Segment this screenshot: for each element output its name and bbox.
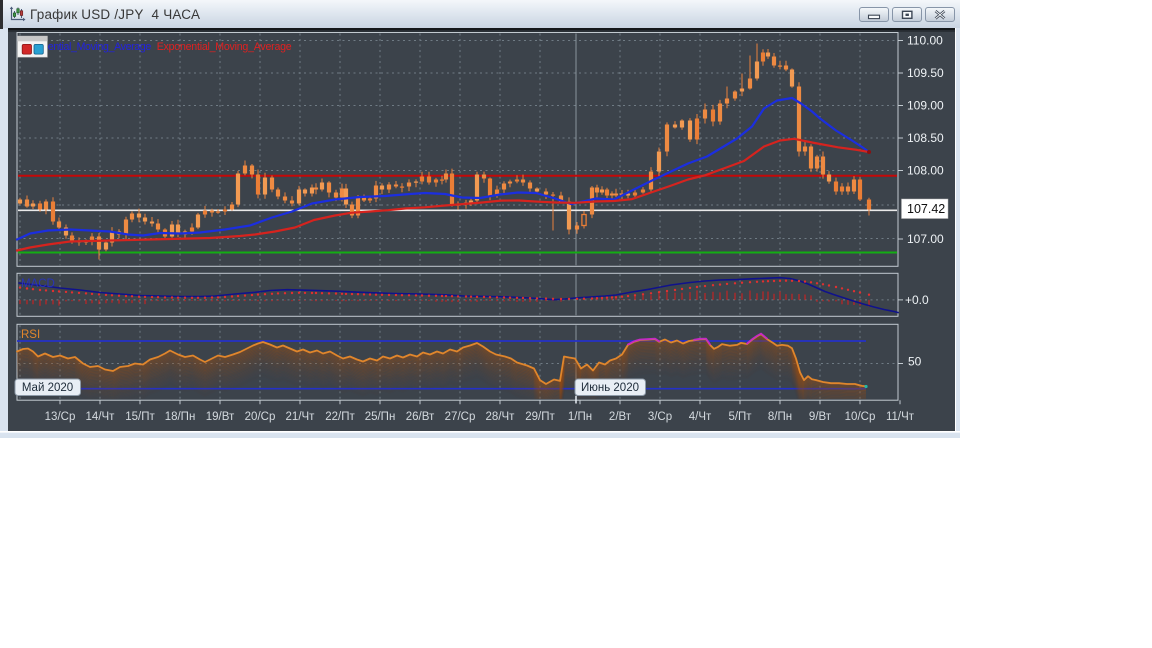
svg-text:22/Пт: 22/Пт [325,411,355,423]
svg-text:109.50: 109.50 [907,66,944,80]
svg-text:4/Чт: 4/Чт [689,411,712,423]
svg-text:50: 50 [908,355,922,369]
svg-text:Exponential_Moving_Average: Exponential_Moving_Average [157,41,292,53]
svg-text:108.50: 108.50 [907,131,944,145]
svg-text:108.00: 108.00 [907,164,944,178]
svg-text:1/Пн: 1/Пн [568,411,592,423]
svg-text:Июнь 2020: Июнь 2020 [581,382,639,394]
svg-text:5/Пт: 5/Пт [728,411,752,423]
svg-text:Май 2020: Май 2020 [22,382,73,394]
svg-text:107.00: 107.00 [907,232,944,246]
svg-text:9/Вт: 9/Вт [809,411,832,423]
svg-text:18/Пн: 18/Пн [165,411,196,423]
svg-text:ential_Moving_Average: ential_Moving_Average [48,41,152,53]
svg-text:RSI: RSI [21,329,40,341]
svg-text:3/Ср: 3/Ср [648,411,672,423]
svg-text:15/Пт: 15/Пт [125,411,155,423]
svg-text:109.00: 109.00 [907,99,944,113]
svg-text:MACD: MACD [21,278,55,290]
svg-text:2/Вт: 2/Вт [609,411,632,423]
svg-text:13/Ср: 13/Ср [45,411,76,423]
svg-text:10/Ср: 10/Ср [845,411,876,423]
svg-text:28/Чт: 28/Чт [486,411,516,423]
svg-text:11/Чт: 11/Чт [886,411,915,423]
svg-text:+0.0: +0.0 [905,293,929,307]
svg-text:29/Пт: 29/Пт [525,411,555,423]
svg-text:110.00: 110.00 [907,34,943,48]
svg-text:14/Чт: 14/Чт [86,411,116,423]
svg-text:107.42: 107.42 [907,202,945,216]
svg-text:19/Вт: 19/Вт [206,411,235,423]
svg-text:20/Ср: 20/Ср [245,411,276,423]
svg-text:26/Вт: 26/Вт [406,411,435,423]
svg-text:8/Пн: 8/Пн [768,411,792,423]
svg-text:21/Чт: 21/Чт [286,411,316,423]
svg-text:27/Ср: 27/Ср [445,411,476,423]
svg-text:25/Пн: 25/Пн [365,411,396,423]
